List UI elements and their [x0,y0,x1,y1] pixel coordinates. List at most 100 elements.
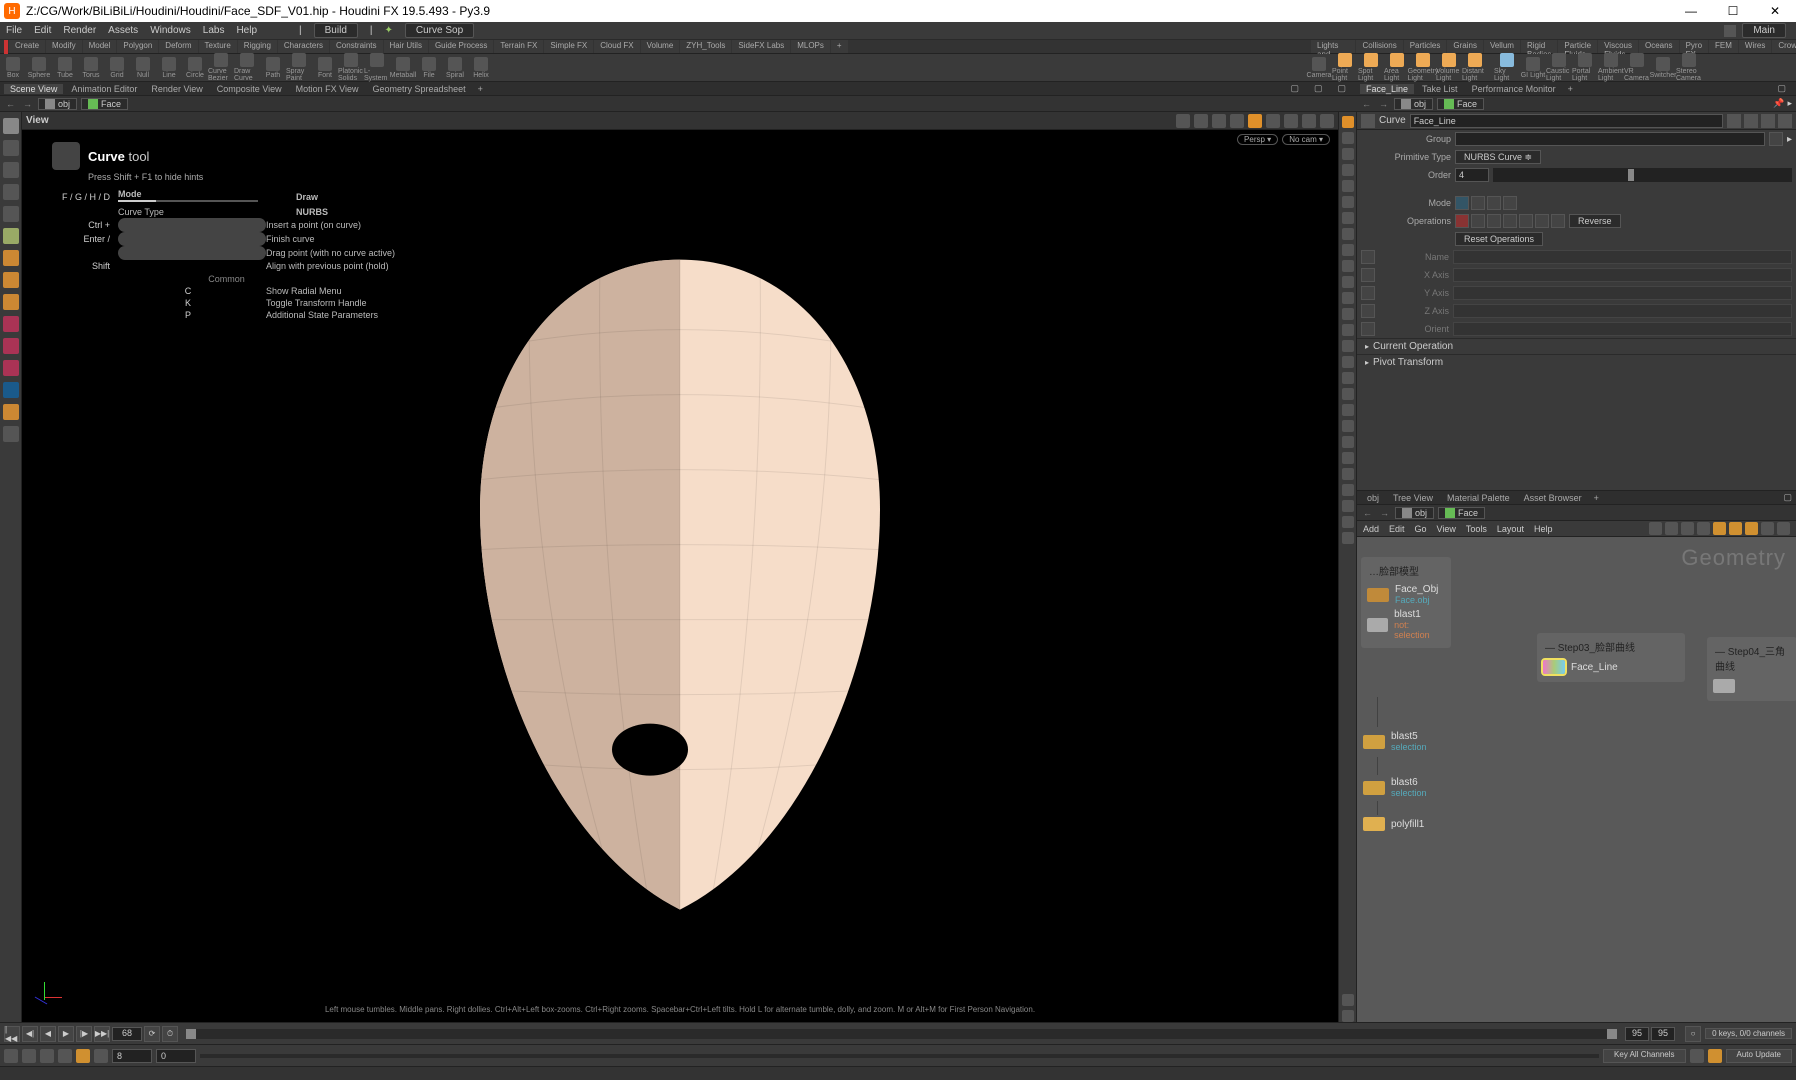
tab-asset-browser[interactable]: Asset Browser [1518,493,1588,503]
display-icon[interactable] [1342,324,1354,336]
net-tool-icon[interactable] [1761,522,1774,535]
shelf-null-icon[interactable]: Null [130,57,156,79]
tab-plus[interactable]: + [1590,493,1603,503]
node-blast6[interactable]: blast6selection [1363,777,1427,798]
tool-icon[interactable] [3,316,19,332]
shelf-tab[interactable]: Cloud FX [594,40,639,53]
shelf-tab[interactable]: Grains [1447,40,1483,53]
tab-perf-monitor[interactable]: Performance Monitor [1466,84,1562,94]
realtime-icon[interactable]: ⏱ [162,1026,178,1042]
group-field[interactable] [1455,132,1765,146]
display-icon[interactable] [1342,308,1354,320]
crumb-obj[interactable]: obj [38,98,77,110]
shelf-tab[interactable]: SideFX Labs [732,40,790,53]
tool-icon[interactable] [3,206,19,222]
pane-opt-icon[interactable]: ▢ [1783,492,1792,502]
display-icon[interactable] [1342,180,1354,192]
shelf-gilight-icon[interactable]: GI Light [1520,57,1546,79]
shelf-spray-icon[interactable]: Spray Paint [286,53,312,82]
display-icon[interactable] [1342,116,1354,128]
vp-tool-icon[interactable] [1284,114,1298,128]
display-icon[interactable] [1342,372,1354,384]
tab-tree-view[interactable]: Tree View [1387,493,1439,503]
pin-icon[interactable]: 📌 [1773,98,1784,109]
tool-icon[interactable] [3,338,19,354]
shelf-arealight-icon[interactable]: Area Light [1384,53,1410,82]
shelf-tab[interactable]: Rigid Bodies [1521,40,1557,53]
checkbox[interactable] [1361,322,1375,336]
display-icon[interactable] [1342,500,1354,512]
shelf-camera-icon[interactable]: Camera [1306,57,1332,79]
shelf-circle-icon[interactable]: Circle [182,57,208,79]
shelf-tab[interactable]: Polygon [117,40,158,53]
net-group-step03[interactable]: — Step03_脸部曲线 Face_Line [1537,633,1685,682]
crumb-geo[interactable]: Face [1437,98,1484,110]
order-slider[interactable] [1493,168,1792,182]
vp-tool-icon[interactable] [1266,114,1280,128]
tab-geo-spreadsheet[interactable]: Geometry Spreadsheet [367,84,472,94]
menu-help[interactable]: Help [236,25,257,36]
display-icon[interactable] [1342,1010,1354,1022]
shelf-font-icon[interactable]: Font [312,57,338,79]
tool-icon[interactable] [3,382,19,398]
tab-face-line[interactable]: Face_Line [1360,84,1414,94]
shelf-tab[interactable]: Wires [1739,40,1771,53]
network-graph[interactable]: Geometry …脸部模型 Face_ObjFace.obj blast1no… [1357,537,1796,1022]
search-icon[interactable] [1761,114,1775,128]
menu-render[interactable]: Render [63,25,96,36]
display-icon[interactable] [1342,356,1354,368]
tool-icon[interactable] [3,162,19,178]
shelf-tab[interactable]: Texture [199,40,237,53]
crumb-geo[interactable]: Face [81,98,128,110]
shelf-tab[interactable]: Particles [1404,40,1447,53]
tool-icon[interactable] [3,140,19,156]
shelf-tab[interactable]: Terrain FX [494,40,543,53]
group-select-icon[interactable] [1769,132,1783,146]
tab-obj-face[interactable]: obj [1361,493,1385,503]
shelf-tab[interactable]: Vellum [1484,40,1520,53]
snap-icon[interactable] [1724,25,1736,37]
nav-fwd-icon[interactable]: → [1378,508,1391,518]
tool-icon[interactable] [3,360,19,376]
net-group-face[interactable]: …脸部模型 Face_ObjFace.obj blast1not: select… [1361,557,1451,648]
pane-opt-icon[interactable]: ▢ [1331,83,1352,94]
nav-fwd-icon[interactable]: → [21,99,34,109]
shelf-tab[interactable]: Characters [278,40,329,53]
net-menu-view[interactable]: View [1437,524,1456,534]
shelf-tab[interactable]: ZYH_Tools [680,40,731,53]
menu-labs[interactable]: Labs [203,25,225,36]
collapser-pivot[interactable]: Pivot Transform [1357,354,1796,370]
nav-back-icon[interactable]: ← [1360,99,1373,109]
checkbox[interactable] [1361,286,1375,300]
shelf-tab[interactable]: Particle Fluids [1558,40,1597,53]
node-blast1[interactable]: blast1not: selection [1367,609,1445,640]
shelf-tab[interactable]: Deform [159,40,197,53]
shelf-tab[interactable]: Crowds [1772,40,1796,53]
shelf-vollight-icon[interactable]: Volume Light [1436,53,1462,82]
display-icon[interactable] [1342,388,1354,400]
shelf-grid-icon[interactable]: Grid [104,57,130,79]
field-a[interactable]: 8 [112,1049,152,1063]
shelf-distlight-icon[interactable]: Distant Light [1462,53,1488,82]
display-icon[interactable] [1342,196,1354,208]
menu-icon[interactable]: ▸ [1787,98,1792,109]
shelf-vrcam-icon[interactable]: VR Camera [1624,53,1650,82]
persp-dropdown[interactable]: Persp ▾ [1237,134,1278,145]
display-icon[interactable] [1342,468,1354,480]
display-icon[interactable] [1342,452,1354,464]
shelf-tab[interactable]: FEM [1709,40,1738,53]
viewport-3d[interactable]: Persp ▾ No cam ▾ Left mouse tumbles. Mid [22,130,1338,1022]
help-icon[interactable] [1744,114,1758,128]
pane-opt-icon[interactable]: ▢ [1284,83,1305,94]
net-tool-icon[interactable] [1697,522,1710,535]
play-button[interactable]: ▶ [58,1026,74,1042]
end-frame[interactable]: 95 [1625,1027,1649,1041]
display-icon[interactable] [1342,420,1354,432]
net-menu-add[interactable]: Add [1363,524,1379,534]
reset-ops-button[interactable]: Reset Operations [1455,232,1543,246]
display-icon[interactable] [1342,212,1354,224]
tab-material[interactable]: Material Palette [1441,493,1516,503]
step-fwd-button[interactable]: |▶ [76,1026,92,1042]
tool-icon[interactable] [3,426,19,442]
nav-back-icon[interactable]: ← [1361,508,1374,518]
